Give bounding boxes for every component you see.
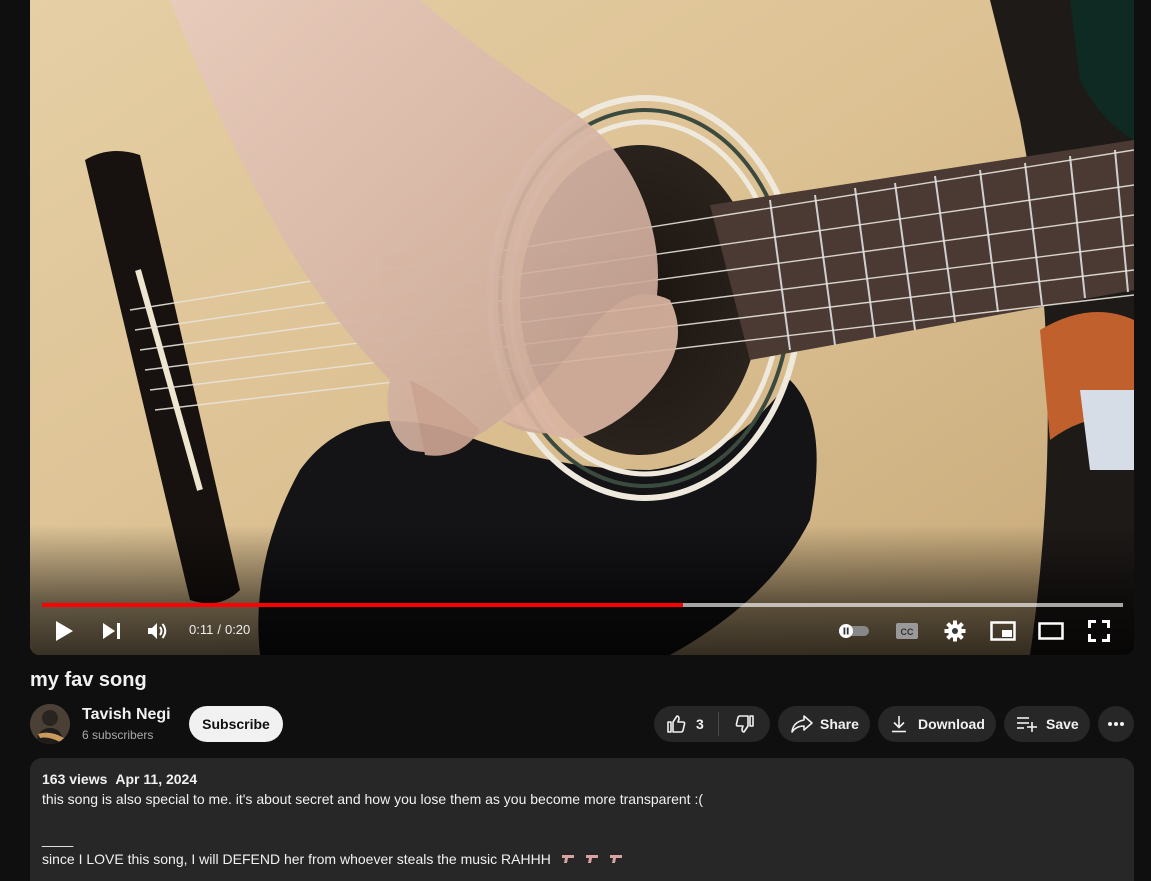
settings-icon xyxy=(944,620,966,642)
svg-text:CC: CC xyxy=(901,627,914,637)
like-count: 3 xyxy=(696,716,704,732)
add-to-playlist-icon xyxy=(1017,717,1037,732)
view-count: 163 views xyxy=(42,771,108,787)
volume-button[interactable] xyxy=(142,615,174,647)
captions-icon: CC xyxy=(896,623,918,639)
channel-name[interactable]: Tavish Negi xyxy=(82,706,171,724)
channel-avatar[interactable] xyxy=(30,704,70,744)
description-meta: 163 views Apr 11, 2024 xyxy=(42,771,197,787)
captions-button[interactable]: CC xyxy=(892,615,922,647)
theater-button[interactable] xyxy=(1034,615,1068,647)
thumbs-up-icon xyxy=(667,715,686,733)
video-player[interactable]: 0:11 / 0:20 CC xyxy=(30,0,1134,655)
dislike-button[interactable] xyxy=(719,706,770,742)
gun-icon xyxy=(585,855,598,863)
save-label: Save xyxy=(1046,716,1079,732)
download-label: Download xyxy=(918,716,985,732)
save-button[interactable]: Save xyxy=(1004,706,1090,742)
miniplayer-button[interactable] xyxy=(987,615,1019,647)
theater-icon xyxy=(1038,622,1064,640)
gun-icon xyxy=(609,855,622,863)
autoplay-toggle[interactable] xyxy=(836,615,872,647)
settings-button[interactable] xyxy=(940,615,970,647)
next-icon xyxy=(103,623,120,639)
share-button[interactable]: Share xyxy=(778,706,870,742)
time-display: 0:11 / 0:20 xyxy=(189,622,250,637)
next-button[interactable] xyxy=(96,615,128,647)
description-line: since I LOVE this song, I will DEFEND he… xyxy=(42,851,623,867)
current-time: 0:11 xyxy=(189,622,214,637)
subscribe-button[interactable]: Subscribe xyxy=(189,706,283,742)
volume-icon xyxy=(148,623,167,639)
description-box[interactable]: 163 views Apr 11, 2024 this song is also… xyxy=(30,758,1134,881)
description-text: since I LOVE this song, I will DEFEND he… xyxy=(42,851,551,867)
share-icon xyxy=(791,715,813,733)
duration: 0:20 xyxy=(224,622,251,637)
gun-icon xyxy=(561,855,574,863)
miniplayer-icon xyxy=(990,621,1016,641)
thumbs-down-icon xyxy=(735,715,754,733)
like-button[interactable]: 3 xyxy=(654,706,718,742)
like-dislike-group: 3 xyxy=(654,706,770,742)
time-separator: / xyxy=(217,622,221,637)
play-icon xyxy=(56,621,73,641)
upload-date: Apr 11, 2024 xyxy=(115,771,198,787)
fullscreen-icon xyxy=(1088,620,1110,642)
watch-page: 0:11 / 0:20 CC my fav song Tavish Negi 6… xyxy=(0,0,1151,881)
download-button[interactable]: Download xyxy=(878,706,996,742)
autoplay-toggle-icon xyxy=(839,624,869,638)
avatar-image xyxy=(30,704,70,744)
more-horiz-icon xyxy=(1108,722,1124,726)
description-divider: ____ xyxy=(42,831,74,847)
download-icon xyxy=(892,716,906,733)
fullscreen-button[interactable] xyxy=(1083,615,1115,647)
description-line: this song is also special to me. it's ab… xyxy=(42,791,704,807)
progress-played xyxy=(42,603,684,607)
subscriber-count: 6 subscribers xyxy=(82,728,154,742)
progress-bar[interactable] xyxy=(42,603,1123,607)
video-title: my fav song xyxy=(30,669,147,691)
share-label: Share xyxy=(820,716,859,732)
more-actions-button[interactable] xyxy=(1098,706,1134,742)
play-button[interactable] xyxy=(48,615,80,647)
